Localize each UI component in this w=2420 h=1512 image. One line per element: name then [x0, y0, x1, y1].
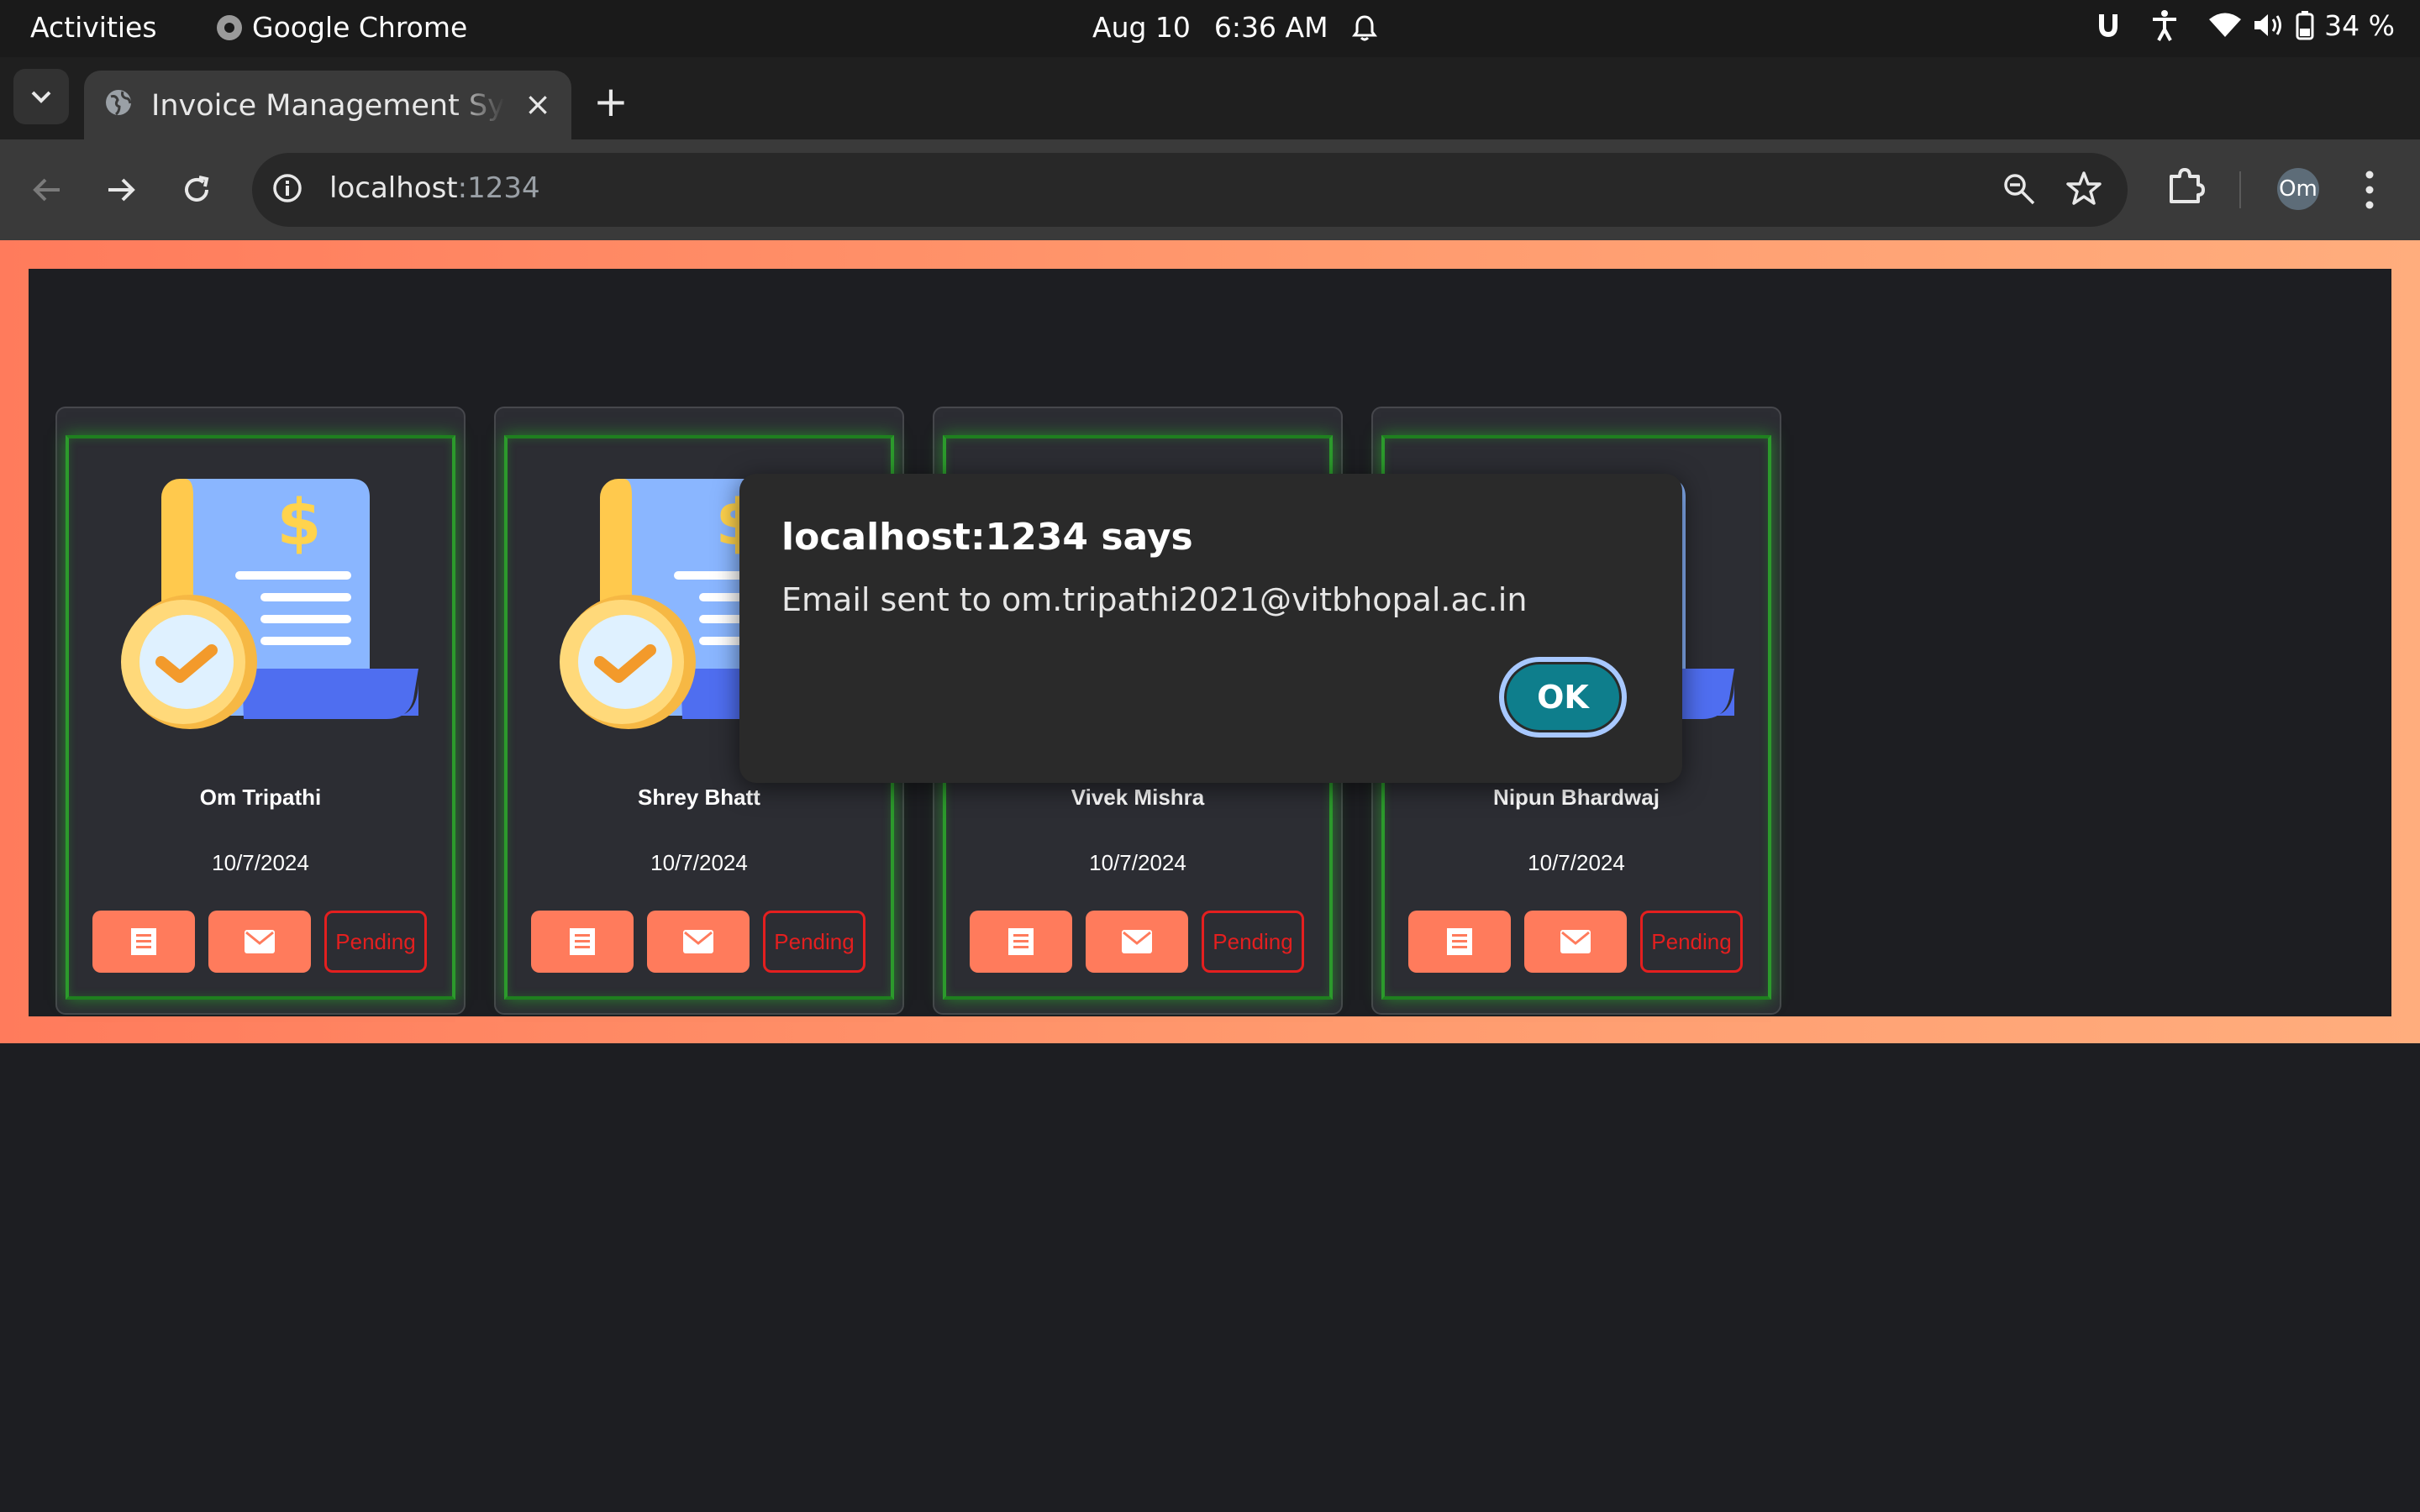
- extensions-icon[interactable]: [2165, 165, 2207, 210]
- tab-search-button[interactable]: [13, 69, 69, 124]
- dialog-title: localhost:1234 says: [781, 516, 1193, 559]
- invoice-date: 10/7/2024: [1528, 850, 1625, 875]
- accessibility-icon: [2149, 8, 2180, 42]
- send-email-button[interactable]: [208, 911, 311, 973]
- page-viewport: $ Om Tripathi 10/7/2024 Pending $ Shrey …: [0, 240, 2420, 1512]
- invoice-date: 10/7/2024: [1089, 850, 1186, 875]
- status-pending-button[interactable]: Pending: [763, 911, 865, 973]
- url-host: localhost: [329, 171, 458, 205]
- clock-date: Aug 10: [1092, 11, 1191, 44]
- reload-icon: [185, 176, 209, 202]
- tab-strip: Invoice Management System × +: [0, 57, 2420, 141]
- invoice-card-body: $ Om Tripathi 10/7/2024 Pending: [66, 435, 455, 1000]
- mail-icon: [245, 930, 275, 953]
- screen: Activities Google Chrome Aug 10 6:36 AM: [0, 0, 2420, 1512]
- back-button[interactable]: [22, 165, 72, 215]
- invoice-date: 10/7/2024: [650, 850, 748, 875]
- dialog-ok-button[interactable]: OK: [1499, 657, 1627, 738]
- system-tray[interactable]: 34 %: [2096, 8, 2395, 42]
- magnet-icon: [2096, 11, 2121, 39]
- browser-toolbar: localhost:1234 Om: [0, 139, 2420, 240]
- app-menu[interactable]: Google Chrome: [217, 11, 467, 44]
- alarm-icon: [1351, 13, 1377, 42]
- mail-icon: [1560, 930, 1591, 953]
- view-invoice-button[interactable]: [531, 911, 634, 973]
- clock[interactable]: Aug 10 6:36 AM: [1092, 11, 1377, 44]
- send-email-button[interactable]: [1086, 911, 1188, 973]
- customer-name: Nipun Bhardwaj: [1493, 785, 1660, 810]
- battery-percent: 34 %: [2324, 8, 2395, 42]
- receipt-icon: [1447, 928, 1472, 955]
- site-info-icon[interactable]: [271, 171, 304, 208]
- customer-name: Shrey Bhatt: [638, 785, 760, 810]
- activities-button[interactable]: Activities: [30, 11, 157, 44]
- dialog-message: Email sent to om.tripathi2021@vitbhopal.…: [781, 581, 1528, 618]
- svg-text:$: $: [277, 485, 322, 559]
- new-tab-button[interactable]: +: [593, 81, 629, 123]
- receipt-icon: [570, 928, 595, 955]
- alert-dialog: localhost:1234 says Email sent to om.tri…: [739, 474, 1682, 783]
- arrow-left-icon: [33, 178, 60, 202]
- forward-button[interactable]: [96, 165, 146, 215]
- url-text[interactable]: localhost:1234: [329, 171, 540, 205]
- status-pending-button[interactable]: Pending: [1640, 911, 1743, 973]
- bookmark-star-icon[interactable]: [2065, 170, 2102, 210]
- volume-icon: [2252, 11, 2286, 39]
- address-bar[interactable]: localhost:1234: [252, 153, 2128, 227]
- toolbar-separator: [2239, 171, 2241, 208]
- status-cluster[interactable]: 34 %: [2208, 9, 2395, 42]
- invoice-illustration-icon: $: [118, 479, 420, 734]
- mail-icon: [683, 930, 713, 953]
- receipt-icon: [131, 928, 156, 955]
- tab-title: Invoice Management System: [151, 89, 504, 123]
- arrow-right-icon: [108, 178, 135, 202]
- tab-active[interactable]: Invoice Management System ×: [84, 71, 571, 141]
- globe-icon: [104, 88, 133, 124]
- chrome-icon: [217, 14, 242, 40]
- reload-button[interactable]: [171, 165, 222, 215]
- chevron-down-icon: [31, 91, 51, 103]
- system-top-bar: Activities Google Chrome Aug 10 6:36 AM: [0, 0, 2420, 57]
- wifi-icon: [2208, 12, 2242, 39]
- kebab-menu-icon[interactable]: [2361, 166, 2378, 217]
- customer-name: Vivek Mishra: [1071, 785, 1205, 810]
- mail-icon: [1122, 930, 1152, 953]
- status-pending-button[interactable]: Pending: [1202, 911, 1304, 973]
- battery-icon: [2296, 10, 2314, 40]
- send-email-button[interactable]: [1524, 911, 1627, 973]
- invoice-date: 10/7/2024: [212, 850, 309, 875]
- app-name: Google Chrome: [252, 11, 468, 44]
- view-invoice-button[interactable]: [1408, 911, 1511, 973]
- status-pending-button[interactable]: Pending: [324, 911, 427, 973]
- url-port: :1234: [457, 171, 540, 205]
- zoom-icon[interactable]: [2002, 171, 2037, 210]
- clock-time: 6:36 AM: [1213, 11, 1328, 44]
- view-invoice-button[interactable]: [92, 911, 195, 973]
- receipt-icon: [1008, 928, 1034, 955]
- invoice-card: $ Om Tripathi 10/7/2024 Pending: [55, 407, 466, 1015]
- profile-avatar[interactable]: Om: [2277, 168, 2319, 210]
- customer-name: Om Tripathi: [199, 785, 322, 810]
- send-email-button[interactable]: [647, 911, 750, 973]
- tab-close-icon[interactable]: ×: [524, 86, 551, 123]
- view-invoice-button[interactable]: [970, 911, 1072, 973]
